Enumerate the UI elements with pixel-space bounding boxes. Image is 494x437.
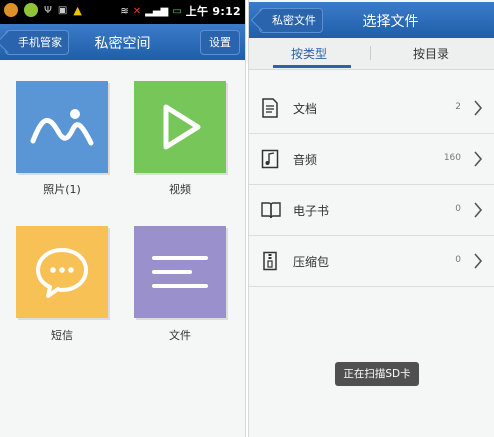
right-screen: 私密文件 选择文件 按类型 按目录 文档 2 音频 160 电子书 0 压缩包 …: [248, 0, 494, 437]
messages-tile[interactable]: [16, 226, 108, 318]
videos-label: 视频: [169, 183, 191, 196]
list-item-ebooks[interactable]: 电子书 0: [249, 185, 494, 236]
videos-tile[interactable]: [134, 81, 226, 173]
tab-bar: 按类型 按目录: [249, 38, 494, 70]
chat-icon: [36, 248, 88, 298]
audio-icon: [261, 149, 279, 169]
left-screen: Ψ ▣ ▲ ≋ ✕ ▂▄▆ ▭ 上午 9:12 手机管家 私密空间 设置 照片(…: [0, 0, 246, 437]
files-tile[interactable]: [134, 226, 226, 318]
messages-label: 短信: [51, 329, 73, 342]
chevron-right-icon: [474, 100, 483, 116]
page-title: 选择文件: [362, 14, 419, 30]
app-notification-icon: [24, 3, 38, 17]
document-icon: [262, 98, 278, 118]
status-bar-system: ≋ ✕ ▂▄▆ ▭ 上午 9:12: [120, 3, 241, 19]
list-item-count: 160: [443, 153, 461, 163]
status-bar: Ψ ▣ ▲ ≋ ✕ ▂▄▆ ▭ 上午 9:12: [0, 0, 245, 24]
list-item-count: 0: [455, 204, 461, 214]
image-icon: [30, 109, 94, 146]
chevron-right-icon: [474, 253, 483, 269]
status-bar-notifications: Ψ ▣ ▲: [4, 3, 82, 17]
chevron-right-icon: [474, 202, 483, 218]
no-signal-icon: ✕: [132, 5, 142, 17]
photos-label: 照片(1): [43, 183, 81, 196]
status-time: 上午 9:12: [185, 5, 241, 18]
title-bar: 手机管家 私密空间 设置: [0, 24, 245, 60]
list-item-archives[interactable]: 压缩包 0: [249, 236, 494, 287]
ebook-icon: [261, 202, 281, 219]
chevron-right-icon: [474, 151, 483, 167]
archive-icon: [263, 251, 277, 271]
photos-tile[interactable]: [16, 81, 108, 173]
list-item-count: 0: [455, 255, 461, 265]
list-item-label: 音频: [293, 153, 318, 167]
usb-icon: Ψ: [44, 4, 52, 16]
battery-icon: ▭: [172, 5, 182, 17]
settings-button[interactable]: 设置: [200, 30, 240, 55]
active-tab-indicator: [273, 65, 351, 68]
warning-icon: ▲: [73, 3, 82, 17]
app-notification-icon: [4, 3, 18, 17]
signal-bars-icon: ▂▄▆: [145, 5, 169, 17]
android-icon: ▣: [57, 4, 68, 16]
scanning-toast: 正在扫描SD卡: [335, 362, 419, 386]
list-item-audio[interactable]: 音频 160: [249, 134, 494, 185]
list-item-label: 压缩包: [293, 255, 330, 269]
list-item-count: 2: [455, 102, 461, 112]
list-item-documents[interactable]: 文档 2: [249, 83, 494, 134]
file-lines-icon: [152, 256, 208, 288]
play-icon: [163, 104, 201, 150]
tab-divider: [370, 46, 371, 60]
files-label: 文件: [169, 329, 191, 342]
tab-by-type[interactable]: 按类型: [291, 45, 327, 62]
list-item-label: 电子书: [293, 204, 330, 218]
wifi-icon: ≋: [120, 5, 129, 17]
list-item-label: 文档: [293, 102, 318, 116]
tab-by-folder[interactable]: 按目录: [413, 45, 449, 62]
title-bar: 私密文件 选择文件: [249, 2, 494, 38]
